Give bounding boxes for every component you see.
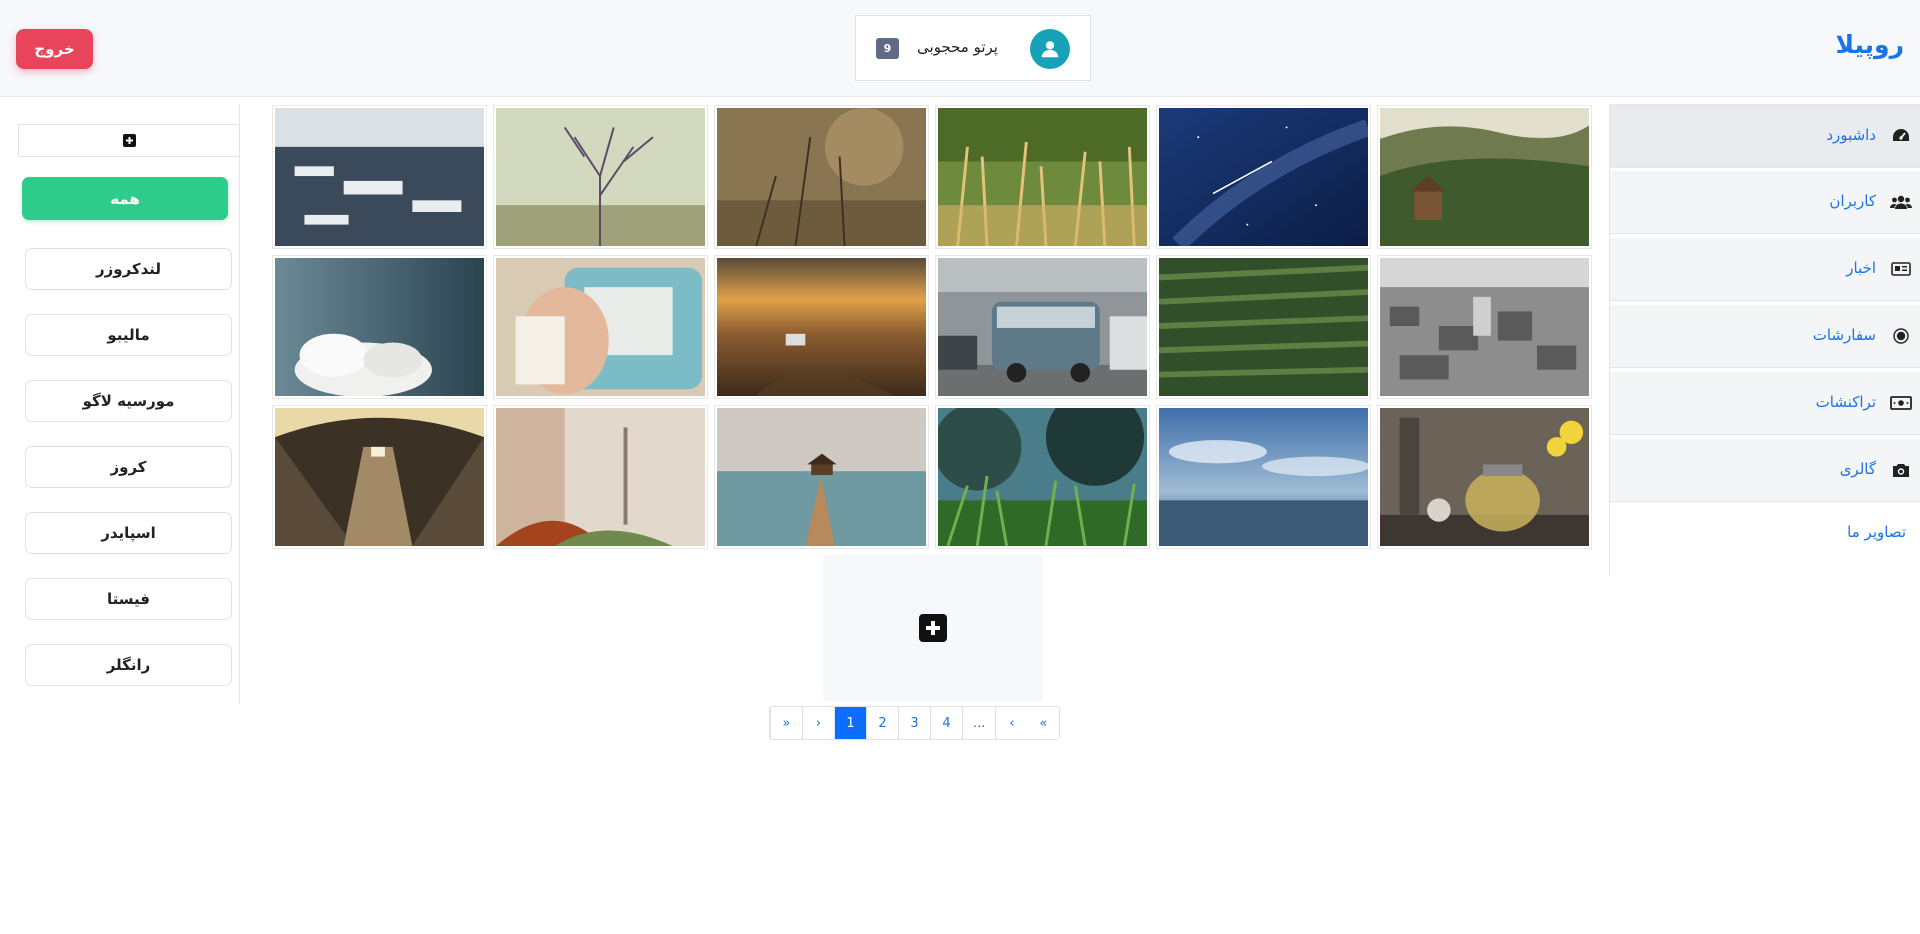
camera-icon — [1890, 459, 1912, 481]
category-all-button[interactable]: همه — [22, 177, 228, 220]
gallery-photo[interactable] — [936, 106, 1149, 248]
category-button[interactable]: اسپایدر — [25, 512, 232, 554]
pagination-page-3[interactable]: 3 — [898, 707, 930, 739]
gallery-photo[interactable] — [494, 106, 707, 248]
category-button[interactable]: مورسیه لاگو — [25, 380, 232, 422]
sidebar-item-news[interactable]: اخبار — [1610, 238, 1920, 301]
plus-square-icon — [919, 614, 947, 642]
gallery-photo[interactable] — [715, 256, 928, 398]
gallery-photo[interactable] — [715, 406, 928, 548]
money-bill-icon — [1890, 392, 1912, 414]
gallery-photo[interactable] — [715, 106, 928, 248]
sidebar-item-label: داشبورد — [1826, 126, 1876, 144]
sidebar-item-users[interactable]: کاربران — [1610, 171, 1920, 234]
user-name: پرتو محجوبی — [917, 38, 998, 56]
pagination-page-2[interactable]: 2 — [866, 707, 898, 739]
pagination-first[interactable]: « — [770, 707, 802, 739]
pagination-page-1[interactable]: 1 — [834, 707, 866, 739]
user-profile-box[interactable]: پرتو محجوبی 9 — [855, 15, 1091, 81]
brand-logo-text[interactable]: روپیلا — [1835, 30, 1904, 59]
sidebar: داشبورد کاربران اخبار سفارشات تراکنشات گ… — [1609, 104, 1920, 577]
category-button[interactable]: مالیبو — [25, 314, 232, 356]
photo-gallery — [270, 106, 1596, 554]
logout-button[interactable]: خروج — [16, 29, 93, 69]
gallery-photo[interactable] — [1157, 106, 1370, 248]
pagination: « ‹ 1 2 3 4 ... › » — [769, 706, 1061, 740]
gallery-photo[interactable] — [273, 106, 486, 248]
top-bar: روپیلا پرتو محجوبی 9 خروج — [0, 0, 1920, 97]
sidebar-item-label: سفارشات — [1812, 326, 1876, 344]
sidebar-subitem-our-photos[interactable]: تصاویر ما — [1610, 505, 1920, 577]
category-button[interactable]: فیستا — [25, 578, 232, 620]
category-button[interactable]: لندکروزر — [25, 248, 232, 290]
gallery-photo[interactable] — [936, 256, 1149, 398]
gallery-photo[interactable] — [273, 256, 486, 398]
category-button[interactable]: رانگلر — [25, 644, 232, 686]
sidebar-item-transactions[interactable]: تراکنشات — [1610, 372, 1920, 435]
sidebar-item-label: تراکنشات — [1815, 393, 1876, 411]
plus-square-icon — [122, 134, 136, 147]
category-button[interactable]: کروز — [25, 446, 232, 488]
pagination-page-4[interactable]: 4 — [930, 707, 962, 739]
pagination-prev[interactable]: ‹ — [802, 707, 834, 739]
sidebar-item-dashboard[interactable]: داشبورد — [1610, 105, 1920, 168]
sidebar-item-label: اخبار — [1846, 259, 1876, 277]
notification-count-badge[interactable]: 9 — [876, 38, 899, 59]
sidebar-item-label: کاربران — [1829, 192, 1876, 210]
gallery-photo[interactable] — [494, 256, 707, 398]
sidebar-item-label: گالری — [1839, 460, 1876, 478]
dashboard-gauge-icon — [1890, 125, 1912, 147]
gallery-photo[interactable] — [273, 406, 486, 548]
pagination-ellipsis: ... — [962, 707, 996, 739]
add-category-button[interactable] — [18, 124, 240, 157]
gallery-photo[interactable] — [494, 406, 707, 548]
sidebar-item-orders[interactable]: سفارشات — [1610, 305, 1920, 368]
gallery-photo[interactable] — [1157, 256, 1370, 398]
add-photo-box[interactable] — [823, 555, 1043, 701]
sidebar-item-gallery[interactable]: گالری — [1610, 439, 1920, 502]
sidebar-subitem-label: تصاویر ما — [1847, 523, 1906, 541]
gallery-photo[interactable] — [1378, 406, 1591, 548]
gallery-photo[interactable] — [936, 406, 1149, 548]
users-icon — [1890, 191, 1912, 213]
gallery-photo[interactable] — [1157, 406, 1370, 548]
pagination-last[interactable]: » — [1027, 707, 1060, 739]
record-circle-icon — [1890, 325, 1912, 347]
newspaper-icon — [1890, 258, 1912, 280]
pagination-next[interactable]: › — [995, 707, 1028, 739]
user-avatar-icon — [1030, 29, 1070, 69]
gallery-photo[interactable] — [1378, 256, 1591, 398]
gallery-photo[interactable] — [1378, 106, 1591, 248]
category-filter-panel: همه لندکروزر مالیبو مورسیه لاگو کروز اسپ… — [0, 104, 240, 704]
